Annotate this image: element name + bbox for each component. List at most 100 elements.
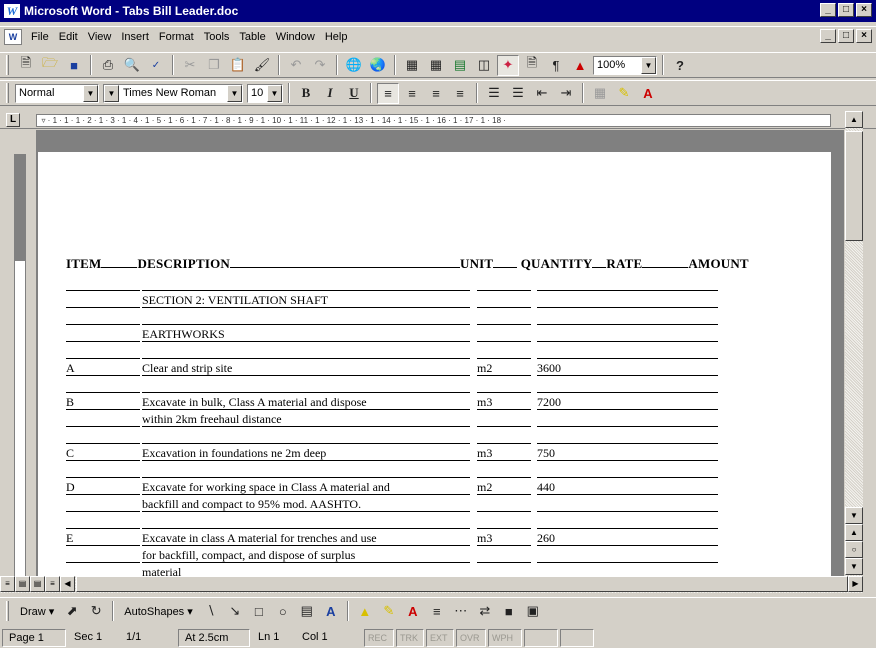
undo-icon[interactable]: ↶ [285, 55, 307, 76]
bill-row[interactable]: material [66, 565, 749, 576]
font-combo[interactable]: ▼ Times New Roman ▼ [103, 83, 243, 103]
chevron-down-icon[interactable]: ▼ [227, 84, 242, 102]
vertical-scrollbar[interactable]: ▲ ▼ ▲ ○ ▼ [845, 111, 863, 576]
bill-row[interactable]: A Clear and strip site m2 3600 [66, 361, 749, 378]
ruler-scale[interactable]: ▿ · 1 · 1 · 1 · 2 · 1 · 3 · 1 · 4 · 1 · … [36, 114, 831, 127]
bill-row[interactable]: EARTHWORKS [66, 327, 749, 344]
scroll-left-icon[interactable]: ◀ [60, 576, 75, 592]
horizontal-scrollbar[interactable]: ≡ ▤ ▤ ≡ ◀ ▶ [0, 576, 863, 593]
tab-selector-button[interactable]: L [6, 113, 20, 127]
vertical-ruler-scale[interactable] [14, 154, 26, 584]
bill-row[interactable]: for backfill, compact, and dispose of su… [66, 548, 749, 565]
status-ext[interactable]: EXT [426, 628, 454, 647]
toolbar-grip[interactable] [6, 83, 9, 103]
highlight-icon[interactable]: ✎ [613, 83, 635, 104]
line-style-icon[interactable]: ≡ [426, 601, 448, 622]
oval-icon[interactable]: ○ [272, 601, 294, 622]
decrease-indent-icon[interactable]: ⇤ [531, 83, 553, 104]
menu-table[interactable]: Table [234, 29, 270, 45]
insert-excel-icon[interactable]: ▤ [449, 55, 471, 76]
text-box-icon[interactable]: ▤ [296, 601, 318, 622]
bullets-icon[interactable]: ☰ [507, 83, 529, 104]
help-icon[interactable]: ? [669, 55, 691, 76]
scroll-up-icon[interactable]: ▲ [845, 111, 863, 128]
3d-icon[interactable]: ▣ [522, 601, 544, 622]
zoom-combo[interactable]: 100% ▼ [593, 55, 657, 75]
toolbar-grip[interactable] [6, 601, 9, 621]
scroll-right-icon[interactable]: ▶ [848, 576, 863, 592]
menu-format[interactable]: Format [154, 29, 199, 45]
web-toolbar-icon[interactable]: 🌏 [367, 55, 389, 76]
document-page[interactable]: ITEM DESCRIPTION UNIT QUANTITY RATE AMOUNT S… [38, 152, 831, 576]
align-center-icon[interactable]: ≡ [401, 83, 423, 104]
bill-row[interactable]: within 2km freehaul distance [66, 412, 749, 429]
format-painter-icon[interactable]: 🖌 [251, 55, 273, 76]
outline-view-icon[interactable]: ≡ [45, 576, 60, 592]
bill-row[interactable]: C Excavation in foundations ne 2m deep m3 7… [66, 446, 749, 463]
select-objects-icon[interactable]: ⬈ [61, 601, 83, 622]
increase-indent-icon[interactable]: ⇥ [555, 83, 577, 104]
horizontal-ruler[interactable]: L ▿ · 1 · 1 · 1 · 2 · 1 · 3 · 1 · 4 · 1 … [0, 111, 876, 129]
style-combo[interactable]: Normal ▼ [15, 83, 99, 103]
bill-row[interactable]: E Excavate in class A material for trench… [66, 531, 749, 548]
dash-style-icon[interactable]: ⋯ [450, 601, 472, 622]
paste-icon[interactable]: 📋 [227, 55, 249, 76]
status-ovr[interactable]: OVR [456, 628, 486, 647]
columns-icon[interactable]: ◫ [473, 55, 495, 76]
document-map-icon[interactable]: 🗎 [521, 55, 543, 76]
show-hide-icon[interactable]: ¶ [545, 55, 567, 76]
chevron-down-icon[interactable]: ▼ [267, 84, 282, 102]
free-rotate-icon[interactable]: ↻ [85, 601, 107, 622]
menu-view[interactable]: View [83, 29, 117, 45]
underline-button[interactable]: U [343, 83, 365, 104]
web-layout-view-icon[interactable]: ▤ [15, 576, 30, 592]
hyperlink-icon[interactable]: 🌐 [343, 55, 365, 76]
bold-button[interactable]: B [295, 83, 317, 104]
doc-restore-button[interactable]: □ [838, 29, 854, 43]
menu-file[interactable]: File [26, 29, 54, 45]
bill-row[interactable] [66, 276, 749, 293]
bill-row[interactable] [66, 514, 749, 531]
chevron-down-icon[interactable]: ▼ [83, 84, 98, 102]
minimize-button[interactable]: _ [820, 3, 836, 17]
line-color-icon[interactable]: ✎ [378, 601, 400, 622]
font-size-combo[interactable]: 10 ▼ [247, 83, 283, 103]
autoshapes-menu-button[interactable]: AutoShapes ▾ [119, 603, 198, 620]
vertical-scroll-thumb[interactable] [845, 131, 863, 241]
status-wph[interactable]: WPH [488, 628, 522, 647]
bill-row[interactable] [66, 310, 749, 327]
drawing-icon[interactable]: ✦ [497, 54, 519, 76]
font-color-draw-icon[interactable]: A [402, 601, 424, 622]
status-trk[interactable]: TRK [396, 628, 424, 647]
italic-button[interactable]: I [319, 83, 341, 104]
rectangle-icon[interactable]: □ [248, 601, 270, 622]
align-left-icon[interactable]: ≡ [377, 82, 399, 104]
fill-color-icon[interactable]: ▲ [354, 601, 376, 622]
menu-tools[interactable]: Tools [199, 29, 235, 45]
select-browse-object-icon[interactable]: ○ [845, 541, 863, 558]
arrow-style-icon[interactable]: ⇄ [474, 601, 496, 622]
numbering-icon[interactable]: ☰ [483, 83, 505, 104]
menu-help[interactable]: Help [320, 29, 353, 45]
menu-edit[interactable]: Edit [54, 29, 83, 45]
horizontal-scroll-thumb[interactable] [76, 576, 848, 592]
insert-table-icon[interactable]: ▦ [425, 55, 447, 76]
menu-window[interactable]: Window [271, 29, 320, 45]
bill-row[interactable] [66, 344, 749, 361]
spelling-icon[interactable]: ✓ [145, 55, 167, 76]
font-color-icon[interactable]: A [637, 83, 659, 104]
menu-insert[interactable]: Insert [116, 29, 154, 45]
bill-row[interactable]: B Excavate in bulk, Class A material and … [66, 395, 749, 412]
acrobat-icon[interactable]: ▲ [569, 55, 591, 76]
vertical-ruler[interactable] [0, 130, 36, 584]
doc-minimize-button[interactable]: _ [820, 29, 836, 43]
scroll-down-icon[interactable]: ▼ [845, 507, 863, 524]
previous-page-icon[interactable]: ▲ [845, 524, 863, 541]
word-app-icon[interactable]: W [4, 4, 20, 18]
chevron-down-icon[interactable]: ▼ [641, 56, 656, 74]
normal-view-icon[interactable]: ≡ [0, 576, 15, 592]
maximize-button[interactable]: □ [838, 3, 854, 17]
wordart-icon[interactable]: A [320, 601, 342, 622]
borders-icon[interactable]: ▦ [589, 83, 611, 104]
justify-icon[interactable]: ≡ [449, 83, 471, 104]
